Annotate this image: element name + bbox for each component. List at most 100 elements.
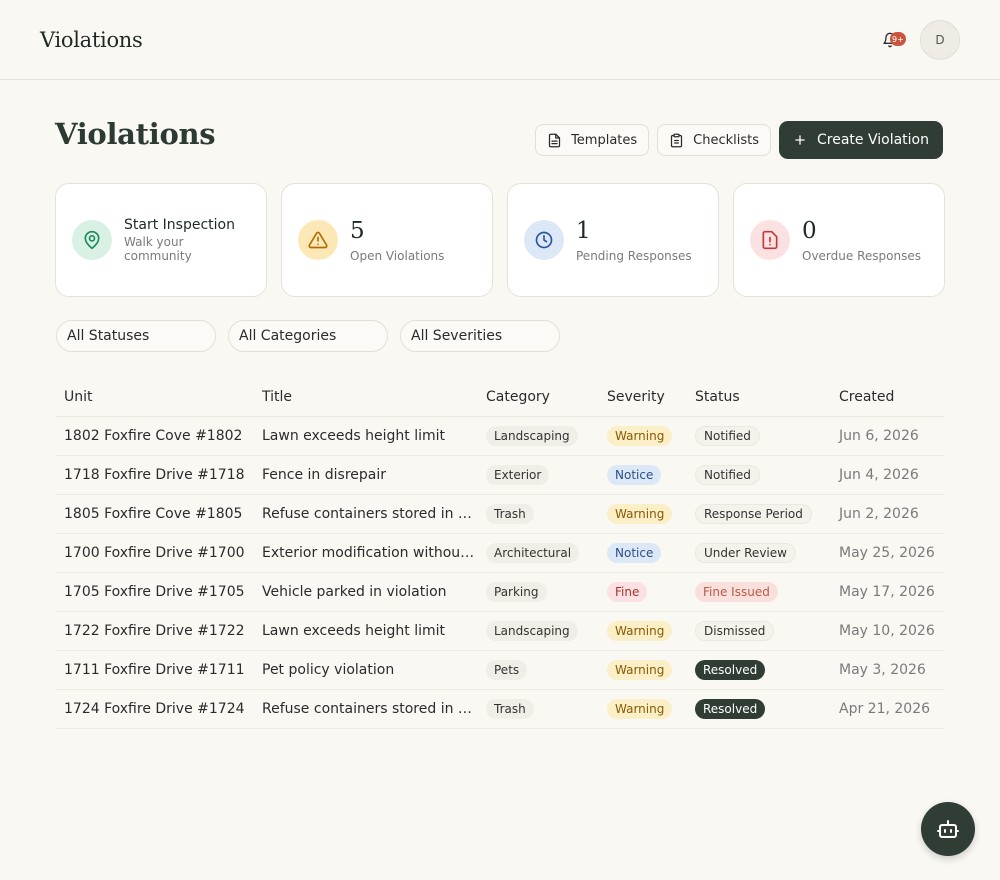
column-header-title[interactable]: Title <box>254 378 478 417</box>
severity-pill: Notice <box>607 464 662 485</box>
overdue-responses-label: Overdue Responses <box>802 249 921 263</box>
cell-title: Exterior modification without ... <box>262 544 477 561</box>
column-header-status[interactable]: Status <box>687 378 831 417</box>
open-violations-label: Open Violations <box>350 249 445 263</box>
map-pin-icon <box>72 220 112 260</box>
category-pill: Exterior <box>486 464 550 485</box>
open-violations-card[interactable]: 5 Open Violations <box>281 183 493 297</box>
cell-title: Pet policy violation <box>262 661 395 678</box>
cell-unit: 1722 Foxfire Drive #1722 <box>56 611 254 651</box>
clock-icon <box>524 220 564 260</box>
notifications-button[interactable]: 9+ <box>878 28 906 52</box>
start-inspection-subtitle: Walk your community <box>124 235 192 263</box>
open-violations-count: 5 <box>350 218 365 244</box>
category-filter-select[interactable]: All Categories <box>228 320 388 352</box>
table-row[interactable]: 1805 Foxfire Cove #1805 Refuse container… <box>56 494 944 534</box>
category-pill: Parking <box>486 581 547 602</box>
status-pill: Notified <box>695 425 760 446</box>
table-row[interactable]: 1705 Foxfire Drive #1705 Vehicle parked … <box>56 572 944 612</box>
table-row[interactable]: 1724 Foxfire Drive #1724 Refuse containe… <box>56 689 944 729</box>
page-actions: Templates Checklists Create Violation <box>535 121 943 159</box>
table-row[interactable]: 1718 Foxfire Drive #1718 Fence in disrep… <box>56 455 944 495</box>
category-pill: Landscaping <box>486 620 578 641</box>
status-pill: Notified <box>695 464 760 485</box>
category-pill: Architectural <box>486 542 580 563</box>
cell-created: May 10, 2026 <box>831 611 944 651</box>
table-header-row: Unit Title Category Severity Status Crea… <box>56 378 944 417</box>
filters-row: All Statuses All Categories All Severiti… <box>56 320 560 352</box>
pending-responses-count: 1 <box>576 218 591 244</box>
cell-created: May 3, 2026 <box>831 650 944 690</box>
cell-title: Lawn exceeds height limit <box>262 622 445 639</box>
severity-filter-select[interactable]: All Severities <box>400 320 560 352</box>
cell-created: May 25, 2026 <box>831 533 944 573</box>
column-header-unit[interactable]: Unit <box>56 378 254 417</box>
create-violation-label: Create Violation <box>817 132 929 148</box>
start-inspection-card[interactable]: Start Inspection Walk your community <box>55 183 267 297</box>
status-pill: Under Review <box>695 542 796 563</box>
create-violation-button[interactable]: Create Violation <box>779 121 943 159</box>
severity-pill: Warning <box>607 425 673 446</box>
checklists-button[interactable]: Checklists <box>657 124 772 156</box>
cell-title: Vehicle parked in violation <box>262 583 447 600</box>
cell-created: Apr 21, 2026 <box>831 689 944 729</box>
category-pill: Pets <box>486 659 528 680</box>
table-row[interactable]: 1700 Foxfire Drive #1700 Exterior modifi… <box>56 533 944 573</box>
severity-pill: Warning <box>607 503 673 524</box>
alert-file-icon <box>750 220 790 260</box>
checklists-button-label: Checklists <box>693 132 760 148</box>
status-filter-select[interactable]: All Statuses <box>56 320 216 352</box>
status-pill: Fine Issued <box>695 581 778 602</box>
assistant-fab-button[interactable] <box>921 802 975 856</box>
cell-unit: 1700 Foxfire Drive #1700 <box>56 533 254 573</box>
cell-created: Jun 2, 2026 <box>831 494 944 534</box>
table-row[interactable]: 1802 Foxfire Cove #1802 Lawn exceeds hei… <box>56 416 944 456</box>
top-bar: Violations 9+ D <box>0 0 1000 80</box>
status-pill: Resolved <box>695 659 766 680</box>
cell-unit: 1718 Foxfire Drive #1718 <box>56 455 254 495</box>
clipboard-icon <box>671 133 683 147</box>
table-row[interactable]: 1722 Foxfire Drive #1722 Lawn exceeds he… <box>56 611 944 651</box>
table-row[interactable]: 1711 Foxfire Drive #1711 Pet policy viol… <box>56 650 944 690</box>
page-title: Violations <box>55 117 216 151</box>
overdue-responses-card[interactable]: 0 Overdue Responses <box>733 183 945 297</box>
notification-badge: 9+ <box>890 32 906 46</box>
cell-title: Refuse containers stored in vie... <box>262 505 477 522</box>
brand-title: Violations <box>40 27 143 52</box>
start-inspection-title: Start Inspection <box>124 217 235 233</box>
overdue-responses-count: 0 <box>802 218 817 244</box>
cell-unit: 1802 Foxfire Cove #1802 <box>56 416 254 456</box>
user-avatar[interactable]: D <box>920 20 960 60</box>
stats-row: Start Inspection Walk your community 5 O… <box>55 183 945 297</box>
cell-created: May 17, 2026 <box>831 572 944 612</box>
pending-responses-label: Pending Responses <box>576 249 692 263</box>
category-pill: Trash <box>486 503 534 524</box>
cell-unit: 1805 Foxfire Cove #1805 <box>56 494 254 534</box>
pending-responses-card[interactable]: 1 Pending Responses <box>507 183 719 297</box>
document-icon <box>548 133 561 147</box>
templates-button[interactable]: Templates <box>535 124 650 156</box>
severity-pill: Warning <box>607 659 673 680</box>
templates-button-label: Templates <box>571 132 638 148</box>
column-header-severity[interactable]: Severity <box>599 378 687 417</box>
status-pill: Response Period <box>695 503 812 524</box>
category-pill: Landscaping <box>486 425 578 446</box>
cell-title: Refuse containers stored in vie... <box>262 700 477 717</box>
severity-pill: Warning <box>607 698 673 719</box>
top-right-controls: 9+ D <box>878 20 960 60</box>
cell-created: Jun 6, 2026 <box>831 416 944 456</box>
severity-pill: Fine <box>607 581 648 602</box>
column-header-created[interactable]: Created <box>831 378 944 417</box>
cell-created: Jun 4, 2026 <box>831 455 944 495</box>
category-pill: Trash <box>486 698 534 719</box>
cell-unit: 1711 Foxfire Drive #1711 <box>56 650 254 690</box>
cell-unit: 1705 Foxfire Drive #1705 <box>56 572 254 612</box>
robot-icon <box>937 820 959 838</box>
warning-triangle-icon <box>298 220 338 260</box>
status-pill: Dismissed <box>695 620 775 641</box>
severity-pill: Notice <box>607 542 662 563</box>
severity-pill: Warning <box>607 620 673 641</box>
column-header-category[interactable]: Category <box>478 378 599 417</box>
status-pill: Resolved <box>695 698 766 719</box>
plus-icon <box>795 135 805 145</box>
